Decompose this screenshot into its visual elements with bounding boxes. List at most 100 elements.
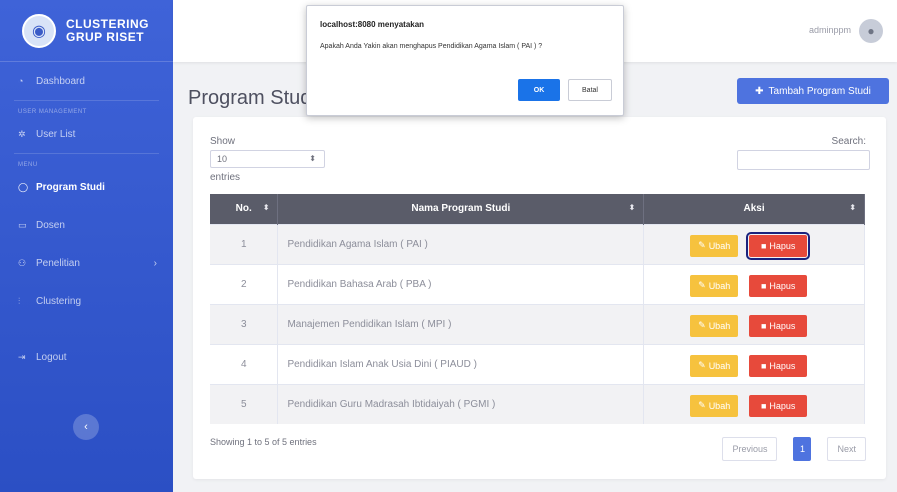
cell-actions: ✎ Ubah ■ Hapus [643,263,865,304]
chevron-left-icon: ‹ [84,421,88,433]
ok-button[interactable]: OK [518,79,560,101]
entries-length-select[interactable]: 10 ⬍ [210,150,325,168]
trash-icon: ■ [760,320,767,331]
cell-no: 5 [210,383,279,424]
avatar[interactable]: ● [859,19,883,43]
table-row: 4 Pendidikan Islam Anak Usia Dini ( PIAU… [210,343,865,384]
edit-button[interactable]: ✎ Ubah [690,354,739,377]
delete-button[interactable]: ■ Hapus [749,314,808,337]
nav-heading-user-management: USER MANAGEMENT [18,109,87,115]
program-studi-table: No. ⬍ Nama Program Studi ⬍ Aksi ⬍ 1 Pend… [210,194,865,424]
column-header-name[interactable]: Nama Program Studi ⬍ [277,194,645,224]
sidebar-item-dosen[interactable]: ▭ Dosen [0,210,173,240]
user-name[interactable]: adminppm [809,25,851,35]
edit-button[interactable]: ✎ Ubah [690,394,739,417]
delete-button[interactable]: ■ Hapus [749,394,808,417]
table-row: 1 Pendidikan Agama Islam ( PAI ) ✎ Ubah ■… [210,223,865,264]
edit-button[interactable]: ✎ Ubah [690,314,739,337]
sidebar-item-penelitian[interactable]: ⚇ Penelitian › [0,248,173,278]
sidebar-item-label: Clustering [36,295,82,307]
table-row: 2 Pendidikan Bahasa Arab ( PBA ) ✎ Ubah ■… [210,263,865,304]
sidebar-item-label: Program Studi [36,181,105,193]
chevron-right-icon: › [153,257,157,269]
sidebar-item-logout[interactable]: ⇥ Logout [0,342,173,372]
cell-name: Pendidikan Bahasa Arab ( PBA ) [277,263,645,304]
add-user-icon: ✚ [755,85,764,97]
sort-icon: ⬍ [628,203,636,212]
sort-icon: ⬍ [849,203,856,212]
delete-button[interactable]: ■ Hapus [746,231,811,260]
trash-icon: ■ [760,240,767,251]
search-input[interactable] [737,150,870,170]
trash-icon: ■ [760,280,767,291]
cell-actions: ✎ Ubah ■ Hapus [643,303,865,344]
sort-icon: ⬍ [262,203,270,212]
table-row: 3 Manajemen Pendidikan Islam ( MPI ) ✎ Ub… [210,303,865,344]
trash-icon: ■ [760,360,767,371]
sidebar-item-program-studi[interactable]: ◯ Program Studi [0,172,173,202]
brand-line1: CLUSTERING [66,16,149,31]
cell-name: Pendidikan Guru Madrasah Ibtidaiyah ( PG… [277,383,645,424]
confirm-dialog: localhost:8080 menyatakan Apakah Anda Ya… [306,5,624,116]
entries-label: entries [210,172,241,183]
table-info: Showing 1 to 5 of 5 entries [210,437,317,447]
cell-name: Manajemen Pendidikan Islam ( MPI ) [277,303,645,344]
users-icon: ⚇ [18,257,27,268]
user-icon: ● [867,24,875,38]
delete-button[interactable]: ■ Hapus [749,274,808,297]
edit-icon: ✎ [698,400,706,410]
nav-heading-menu: MENU [18,162,38,168]
page-title: Program Studi [188,87,316,109]
show-label: Show [210,136,236,147]
column-header-no[interactable]: No. ⬍ [210,194,279,224]
sidebar-item-dashboard[interactable]: ◔ Dashboard [0,66,173,96]
sidebar-item-label: User List [36,128,76,140]
brand-line2: GRUP RISET [66,29,145,44]
divider [14,153,159,154]
cell-no: 2 [210,263,279,304]
add-button-label: Tambah Program Studi [768,85,871,97]
cell-name: Pendidikan Islam Anak Usia Dini ( PIAUD … [277,343,645,384]
folder-icon: ▭ [18,219,27,230]
dialog-message: Apakah Anda Yakin akan menghapus Pendidi… [320,43,543,50]
column-header-aksi[interactable]: Aksi ⬍ [643,194,865,224]
cell-actions: ✎ Ubah ■ Hapus [643,343,865,384]
delete-button[interactable]: ■ Hapus [749,354,808,377]
cell-no: 1 [210,223,279,264]
chart-icon: ⫶ [18,295,21,306]
length-value: 10 [217,154,228,164]
sidebar-item-clustering[interactable]: ⫶ Clustering [0,286,173,316]
cell-actions: ✎ Ubah ■ Hapus [643,383,865,424]
cell-actions: ✎ Ubah ■ Hapus [643,223,865,264]
sidebar: ◉ CLUSTERING GRUP RISET ◔ Dashboard USER… [0,0,173,492]
sidebar-item-label: Penelitian [36,257,80,269]
edit-icon: ✎ [698,320,706,330]
trash-icon: ■ [760,400,767,411]
brand[interactable]: ◉ CLUSTERING GRUP RISET [0,0,173,62]
circle-icon: ◯ [18,181,29,192]
logout-icon: ⇥ [18,351,26,362]
data-card: Show 10 ⬍ entries Search: No. ⬍ Nama Pro… [193,117,886,479]
next-button[interactable]: Next [827,437,866,461]
brand-logo-icon: ◉ [22,13,56,48]
edit-button[interactable]: ✎ Ubah [690,234,739,257]
dialog-title: localhost:8080 menyatakan [320,20,425,29]
sidebar-item-label: Logout [36,351,67,363]
edit-icon: ✎ [698,240,706,250]
page-button-1[interactable]: 1 [793,437,812,461]
select-arrow-icon: ⬍ [309,154,316,163]
sidebar-item-label: Dosen [36,219,65,231]
add-program-studi-button[interactable]: ✚ Tambah Program Studi [737,78,889,104]
edit-button[interactable]: ✎ Ubah [690,274,739,297]
sidebar-item-user-list[interactable]: ✲ User List [0,119,173,149]
cell-no: 3 [210,303,279,344]
pagination: Previous 1 Next [722,437,866,461]
cell-name: Pendidikan Agama Islam ( PAI ) [277,223,645,264]
edit-icon: ✎ [698,280,706,290]
divider [14,100,159,101]
previous-button[interactable]: Previous [722,437,778,461]
cancel-button[interactable]: Batal [568,79,612,101]
sidebar-toggle-button[interactable]: ‹ [73,414,99,440]
edit-icon: ✎ [698,360,706,370]
table-row: 5 Pendidikan Guru Madrasah Ibtidaiyah ( … [210,383,865,424]
